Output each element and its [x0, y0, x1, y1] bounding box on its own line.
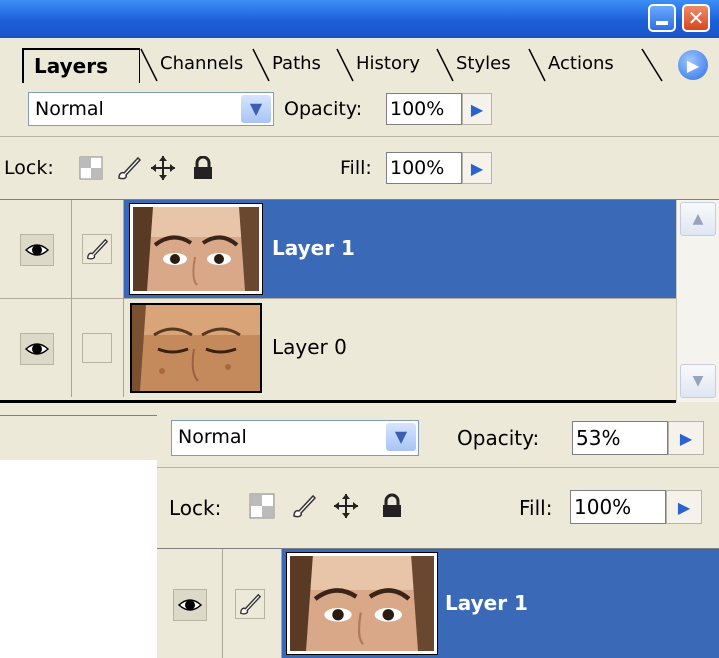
lock-paint-icon[interactable] — [116, 155, 142, 181]
lock-move-icon[interactable] — [333, 493, 359, 519]
zoomed-detail-panel: Normal ▼ Opacity: 53% ▶ Lock: Fill: 100%… — [157, 407, 719, 658]
chevron-down-icon: ▼ — [692, 373, 704, 389]
layer-name[interactable]: Layer 1 — [445, 591, 528, 615]
tab-layers[interactable]: Layers — [22, 48, 140, 83]
tab-actions[interactable]: Actions — [528, 48, 668, 82]
layer-name[interactable]: Layer 0 — [272, 335, 347, 359]
tab-label: History — [356, 53, 421, 74]
eye-icon[interactable] — [20, 234, 54, 266]
lock-transparent-icon[interactable] — [249, 493, 275, 519]
chevron-down-icon[interactable]: ▼ — [241, 95, 271, 123]
triangle-right-icon: ▶ — [470, 158, 484, 178]
layers-palette-window: ✕ Layers Channels Paths History Styles A… — [0, 0, 719, 460]
tab-styles[interactable]: Styles — [436, 48, 528, 82]
close-button[interactable]: ✕ — [682, 4, 710, 32]
layers-scrollbar[interactable]: ▲ ▼ — [676, 200, 719, 402]
lock-row: Lock: Fill: 100% ▶ — [0, 137, 719, 200]
triangle-right-icon: ▶ — [679, 428, 693, 448]
opacity-input[interactable]: 53% — [572, 421, 668, 455]
lock-transparent-icon[interactable] — [78, 155, 104, 181]
eye-icon[interactable] — [173, 589, 207, 621]
visibility-cell[interactable] — [0, 200, 72, 298]
scroll-up-button[interactable]: ▲ — [680, 202, 716, 236]
paint-link-cell[interactable] — [72, 299, 124, 397]
visibility-cell[interactable] — [0, 299, 72, 397]
eye-icon[interactable] — [20, 333, 54, 365]
close-icon: ✕ — [687, 6, 705, 30]
tab-paths[interactable]: Paths — [252, 48, 336, 82]
triangle-right-icon: ▶ — [686, 55, 700, 75]
zoomed-blend-row: Normal ▼ Opacity: 53% ▶ — [157, 407, 719, 468]
fill-input[interactable]: 100% — [570, 490, 666, 524]
lock-all-icon[interactable] — [190, 155, 216, 181]
paintbrush-icon — [82, 234, 112, 264]
paint-link-cell[interactable] — [72, 200, 124, 298]
tab-history[interactable]: History — [336, 48, 436, 82]
layer-row[interactable]: Layer 0 — [0, 298, 676, 397]
minimize-button[interactable] — [648, 4, 676, 32]
fill-label: Fill: — [340, 157, 372, 179]
lock-label: Lock: — [4, 157, 54, 179]
lock-all-icon[interactable] — [379, 493, 405, 519]
opacity-slider-button[interactable]: ▶ — [462, 93, 492, 125]
tab-edge — [436, 48, 454, 82]
tab-edge — [140, 48, 158, 82]
visibility-cell[interactable] — [157, 549, 223, 658]
blend-mode-value: Normal — [35, 98, 104, 120]
tab-label: Styles — [456, 53, 511, 74]
layers-list: Layer 1 Layer 0 — [0, 200, 719, 400]
layer-name[interactable]: Layer 1 — [272, 236, 355, 260]
chevron-down-icon[interactable]: ▼ — [386, 423, 416, 451]
minimize-icon — [656, 20, 668, 25]
lock-paint-icon[interactable] — [291, 493, 317, 519]
fill-slider-button[interactable]: ▶ — [666, 490, 702, 524]
fill-input[interactable]: 100% — [386, 152, 462, 184]
blend-mode-select[interactable]: Normal ▼ — [28, 92, 274, 126]
tab-edge — [641, 48, 663, 82]
tab-label: Paths — [272, 53, 321, 74]
tab-strip: Layers Channels Paths History Styles Act… — [0, 38, 719, 83]
title-bar[interactable]: ✕ — [0, 0, 719, 38]
tab-channels[interactable]: Channels — [140, 48, 252, 82]
zoomed-layer-row[interactable]: Layer 1 — [157, 549, 719, 658]
layer-thumbnail — [286, 552, 438, 655]
fill-label: Fill: — [519, 496, 553, 520]
triangle-right-icon: ▶ — [470, 99, 484, 119]
opacity-input[interactable]: 100% — [386, 93, 462, 125]
tab-edge — [336, 48, 354, 82]
blend-row: Normal ▼ Opacity: 100% ▶ — [0, 82, 719, 137]
tab-edge — [528, 48, 546, 82]
layer-thumbnail — [130, 303, 262, 393]
layer-row[interactable]: Layer 1 — [0, 200, 676, 298]
tab-label: Channels — [160, 53, 244, 74]
triangle-right-icon: ▶ — [677, 497, 691, 517]
panel-menu-button[interactable]: ▶ — [678, 50, 708, 80]
lock-move-icon[interactable] — [150, 155, 176, 181]
zoomed-lock-row: Lock: Fill: 100% ▶ — [157, 468, 719, 549]
paint-link-cell[interactable] — [223, 549, 282, 658]
tab-edge — [252, 48, 270, 82]
tab-label: Layers — [34, 54, 108, 78]
paintbrush-icon — [235, 589, 265, 619]
fill-slider-button[interactable]: ▶ — [462, 152, 492, 184]
scroll-down-button[interactable]: ▼ — [680, 364, 716, 398]
chevron-up-icon: ▲ — [692, 211, 704, 227]
opacity-slider-button[interactable]: ▶ — [668, 421, 704, 455]
tab-label: Actions — [548, 53, 614, 74]
opacity-label: Opacity: — [457, 426, 540, 450]
empty-link-box — [82, 333, 112, 363]
lock-label: Lock: — [169, 496, 222, 520]
zoomed-blend-mode-select[interactable]: Normal ▼ — [171, 420, 419, 456]
blend-mode-value: Normal — [178, 426, 247, 448]
layer-thumbnail — [129, 203, 263, 295]
opacity-label: Opacity: — [284, 98, 363, 120]
